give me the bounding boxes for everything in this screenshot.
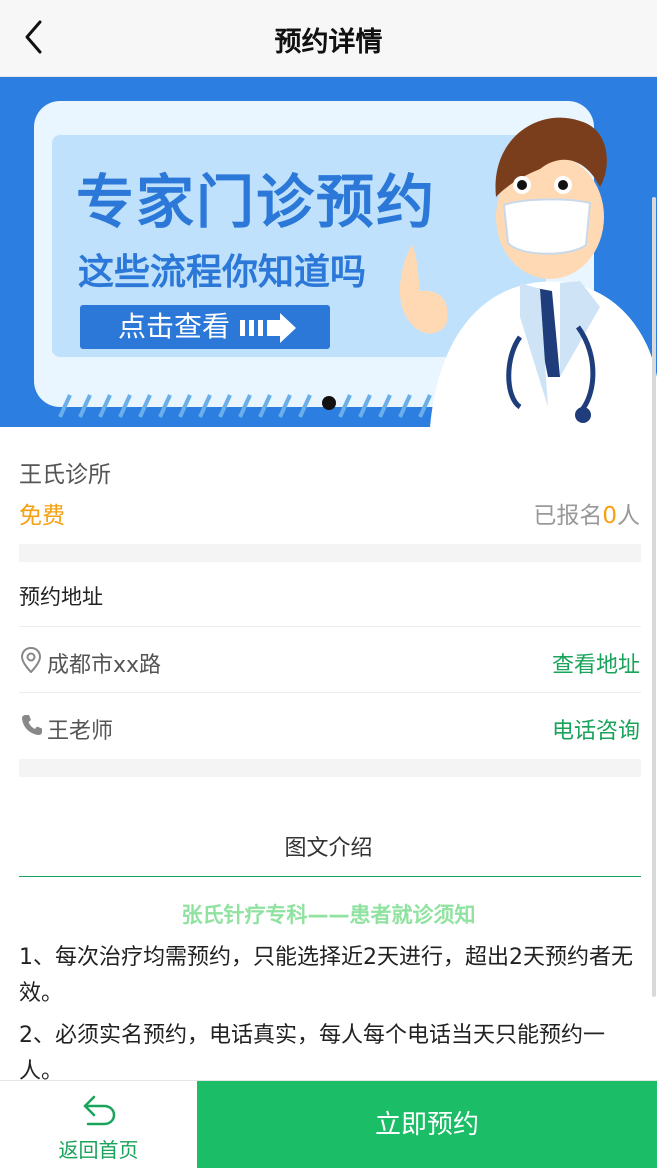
return-arrow-icon bbox=[80, 1093, 118, 1131]
article-heading: 张氏针疗专科——患者就诊须知 bbox=[181, 903, 476, 927]
row-divider bbox=[19, 692, 641, 693]
arrow-right-icon bbox=[240, 313, 300, 343]
clinic-name: 王氏诊所 bbox=[19, 462, 111, 488]
banner-subtitle: 这些流程你知道吗 bbox=[78, 252, 367, 293]
banner-view-button[interactable]: 点击查看 bbox=[80, 305, 330, 349]
page-title: 预约详情 bbox=[274, 27, 383, 58]
price-label: 免费 bbox=[19, 503, 65, 529]
banner-button-label: 点击查看 bbox=[118, 310, 231, 343]
banner-title: 专家门诊预约 bbox=[76, 168, 437, 236]
banner-carousel[interactable]: 专家门诊预约 这些流程你知道吗 点击查看 bbox=[0, 77, 657, 427]
book-now-button[interactable]: 立即预约 bbox=[197, 1081, 657, 1168]
address-text: 成都市xx路 bbox=[47, 653, 162, 678]
section-divider bbox=[19, 759, 641, 777]
signup-count: 已报名0人 bbox=[533, 496, 640, 530]
back-home-label: 返回首页 bbox=[58, 1138, 139, 1162]
scrollbar[interactable] bbox=[651, 77, 657, 1080]
signup-prefix: 已报名 bbox=[533, 503, 603, 529]
address-heading: 预约地址 bbox=[19, 585, 103, 609]
article-paragraph: 1、每次治疗均需预约，只能选择近2天进行，超出2天预约者无效。 bbox=[19, 945, 633, 1006]
view-address-link[interactable]: 查看地址 bbox=[552, 647, 640, 679]
carousel-indicator-dot[interactable] bbox=[322, 396, 336, 410]
bottom-action-bar: 返回首页 立即预约 bbox=[0, 1080, 657, 1168]
back-home-button[interactable]: 返回首页 bbox=[0, 1081, 197, 1168]
map-pin-icon bbox=[20, 646, 42, 677]
tab-underline bbox=[19, 876, 641, 877]
phone-consult-link[interactable]: 电话咨询 bbox=[552, 713, 640, 745]
section-divider bbox=[19, 544, 641, 562]
scrollbar-thumb[interactable] bbox=[652, 197, 656, 997]
nav-bar: 预约详情 bbox=[0, 0, 657, 77]
tab-intro[interactable]: 图文介绍 bbox=[0, 830, 657, 862]
signup-suffix: 人 bbox=[617, 503, 640, 529]
phone-icon bbox=[21, 714, 43, 740]
signup-number: 0 bbox=[602, 503, 617, 529]
row-divider bbox=[19, 626, 641, 627]
contact-name: 王老师 bbox=[47, 719, 114, 744]
